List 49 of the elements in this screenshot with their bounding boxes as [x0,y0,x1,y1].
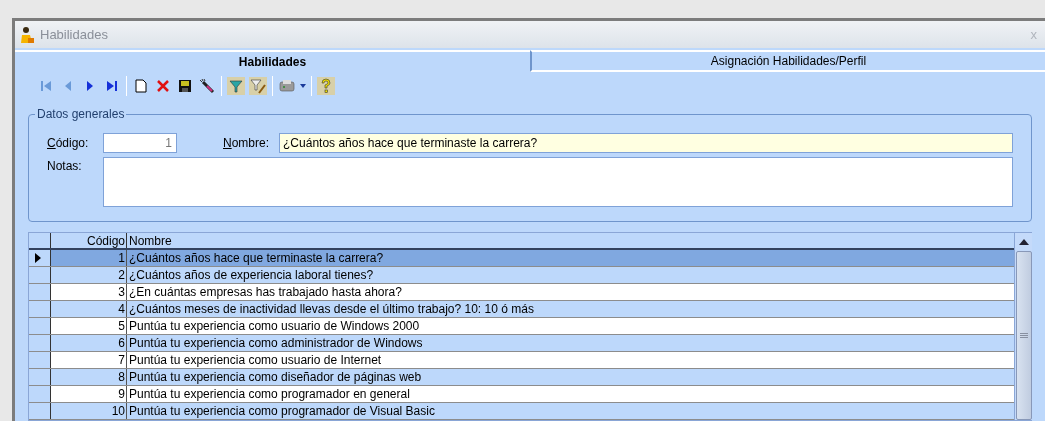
current-row-icon [35,253,41,263]
tab[interactable]: Asignación Habilidades/Perfil [530,50,1045,72]
caret-icon[interactable] [300,84,306,88]
table-row[interactable]: 3 ¿En cuántas empresas has trabajado hasta ahora? [29,284,1014,301]
column-header[interactable]: Código [51,233,127,248]
table-cell-text: ¿Cuántos años hace que terminaste la carrera? [128,250,385,266]
help-icon[interactable] [315,75,337,97]
table-cell-text: Puntúa tu experiencia como usuario de Windows 2000 [128,318,421,334]
notes-label: Notas: [47,158,83,175]
table-row[interactable]: 8 Puntúa tu experiencia como diseñador de páginas web [29,369,1014,386]
table-row[interactable]: 9 Puntúa tu experiencia como programador en general [29,386,1014,403]
table-row[interactable]: 4 ¿Cuántos meses de inactividad llevas desde el último trabajo? 10: 10 ó más [29,301,1014,318]
table-cell-text: Puntúa tu experiencia como administrador de Windows [128,335,424,351]
table-cell-text: ¿Cuántos años de experiencia laboral tienes? [128,267,375,283]
table-cell-text: Puntúa tu experiencia como usuario de Internet [128,352,383,368]
table-cell: 7 [51,352,127,368]
name-field[interactable]: ¿Cuántos años hace que terminaste la carrera? [279,133,1013,153]
column-header[interactable]: Nombre [127,233,1014,248]
edit-filter-icon[interactable] [247,75,269,97]
table-cell: 5 [51,318,127,334]
table-row[interactable]: 6 Puntúa tu experiencia como administrador de Windows [29,335,1014,352]
table-cell-text: Puntúa tu experiencia como diseñador de páginas web [128,369,423,385]
table-cell-text: Puntúa tu experiencia como programador de Visual Basic [128,403,436,419]
table-cell: 8 [51,369,127,385]
table-cell: 4 [51,301,127,317]
table-row[interactable]: 2 ¿Cuántos años de experiencia laboral tienes? [29,267,1014,284]
table-row[interactable]: 5 Puntúa tu experiencia como usuario de Windows 2000 [29,318,1014,335]
table-cell: 1 [51,250,127,266]
filter-icon[interactable] [225,75,247,97]
table-row[interactable]: 1 ¿Cuántos años hace que terminaste la carrera? [29,250,1014,267]
worker-icon [19,25,35,44]
scroll-up-icon[interactable] [1018,239,1029,245]
table-cell: 9 [51,386,127,402]
name-label: Nombre: [223,135,270,152]
table-cell: 6 [51,335,127,351]
table-row[interactable]: 7 Puntúa tu experiencia como usuario de Internet [29,352,1014,369]
table-row[interactable]: 10 Puntúa tu experiencia como programador de Visual Basic [29,403,1014,420]
window-title: Habilidades [40,25,108,44]
code-field[interactable]: 1 [103,133,177,153]
table-cell-text: ¿En cuántas empresas has trabajado hasta ahora? [128,284,403,300]
table-cell: 2 [51,267,127,283]
code-label: Código: [47,135,90,152]
notes-field[interactable] [103,157,1013,207]
table-cell: 3 [51,284,127,300]
group-title: Datos generales [35,107,127,121]
table-cell-text: ¿Cuántos meses de inactividad llevas desde el último trabajo? 10: 10 ó más [128,301,535,317]
table-cell: 10 [51,403,127,419]
table-cell-text: Puntúa tu experiencia como programador en general [128,386,411,402]
grip-icon [1019,332,1028,339]
